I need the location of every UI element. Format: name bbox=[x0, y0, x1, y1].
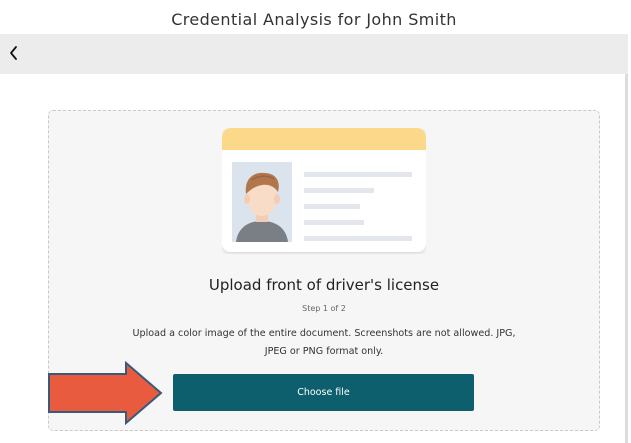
annotation-arrow-icon bbox=[48, 361, 163, 425]
app-window: Credential Analysis for John Smith Uploa… bbox=[0, 0, 628, 443]
choose-file-button[interactable]: Choose file bbox=[173, 374, 474, 411]
back-button[interactable] bbox=[5, 39, 31, 67]
upload-title: Upload front of driver's license bbox=[208, 276, 440, 294]
drivers-license-icon bbox=[222, 128, 426, 254]
step-indicator: Step 1 of 2 bbox=[302, 304, 346, 313]
nav-bar bbox=[0, 34, 628, 74]
title-bar: Credential Analysis for John Smith bbox=[0, 0, 628, 34]
chevron-left-icon bbox=[10, 46, 17, 60]
window-title: Credential Analysis for John Smith bbox=[171, 10, 457, 29]
upload-instructions: Upload a color image of the entire docum… bbox=[132, 328, 516, 357]
